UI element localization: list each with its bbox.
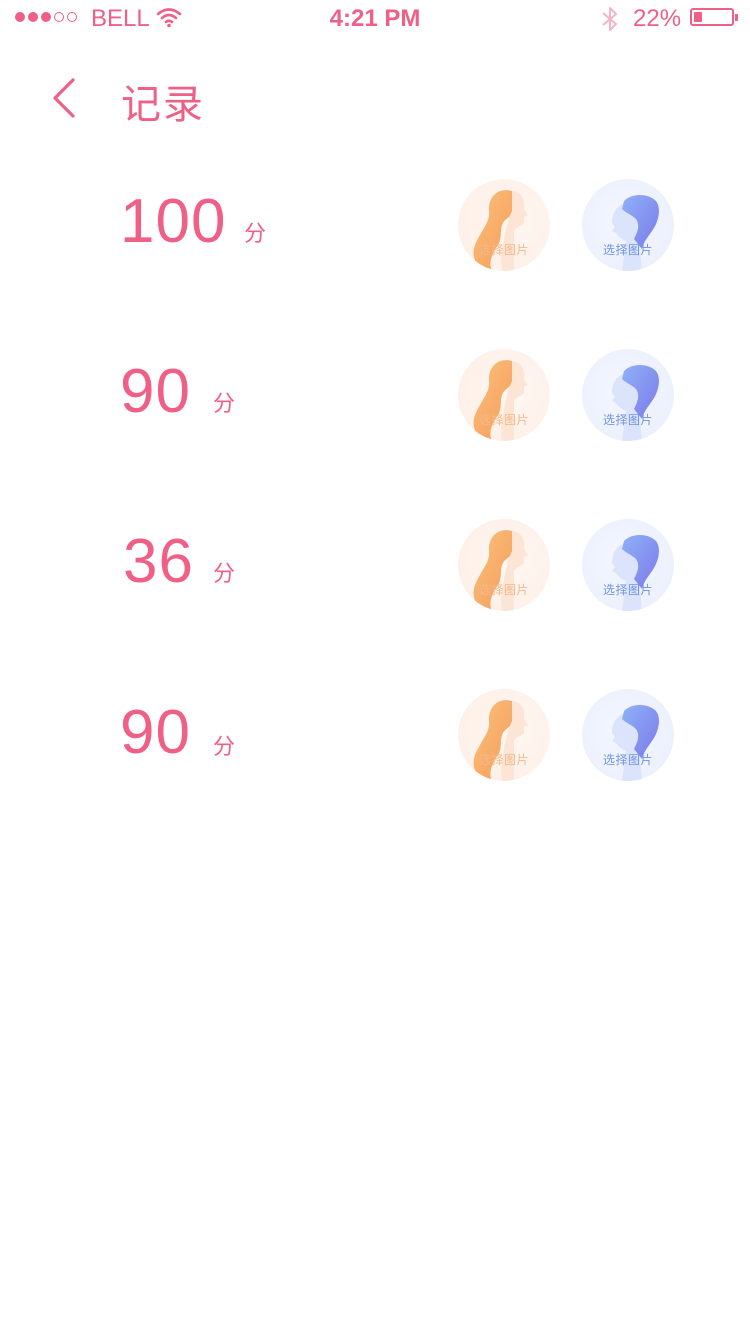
record-row: 90 分 选择图片 选择图片 [0, 349, 750, 445]
record-row: 90 分 选择图片 选择图片 [0, 689, 750, 785]
female-avatar-picker[interactable]: 选择图片 [458, 349, 550, 441]
female-avatar-picker[interactable]: 选择图片 [458, 179, 550, 271]
male-avatar-picker[interactable]: 选择图片 [582, 689, 674, 781]
avatar-label: 选择图片 [478, 413, 529, 427]
avatar-label: 选择图片 [478, 243, 529, 257]
male-avatar-picker[interactable]: 选择图片 [582, 349, 674, 441]
score-unit: 分 [213, 391, 236, 416]
score-value: 36 [123, 527, 194, 596]
score-value: 100 [120, 187, 227, 256]
back-button[interactable] [40, 70, 90, 126]
avatar-label: 选择图片 [602, 583, 653, 597]
male-avatar-picker[interactable]: 选择图片 [582, 519, 674, 611]
battery-percentage: 22% [633, 5, 682, 32]
avatar-label: 选择图片 [478, 753, 529, 767]
avatar-label: 选择图片 [602, 753, 653, 767]
status-bar: BELL 4:21 PM 22% [0, 0, 750, 40]
score-unit: 分 [244, 221, 267, 246]
male-avatar-picker[interactable]: 选择图片 [582, 179, 674, 271]
page-title: 记录 [121, 83, 205, 127]
bluetooth-icon [600, 5, 620, 38]
battery-icon [690, 8, 738, 26]
score-unit: 分 [213, 734, 236, 759]
score-value: 90 [120, 357, 191, 426]
female-avatar-picker[interactable]: 选择图片 [458, 519, 550, 611]
female-avatar-picker[interactable]: 选择图片 [458, 689, 550, 781]
chevron-left-icon [53, 78, 75, 118]
avatar-label: 选择图片 [602, 413, 653, 427]
avatar-label: 选择图片 [602, 243, 653, 257]
record-row: 100 分 选择图片 选择图片 [0, 179, 750, 275]
avatar-label: 选择图片 [478, 583, 529, 597]
score-unit: 分 [213, 561, 236, 586]
record-row: 36 分 选择图片 选择图片 [0, 519, 750, 615]
score-value: 90 [120, 698, 191, 767]
battery-fill [694, 12, 702, 22]
